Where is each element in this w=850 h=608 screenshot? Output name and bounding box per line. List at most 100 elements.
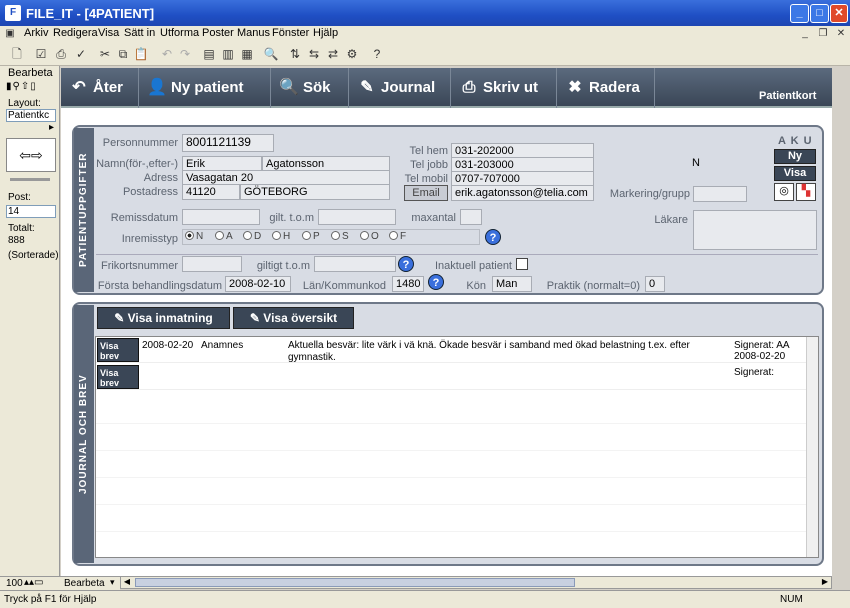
paste-icon[interactable]: 📋 <box>132 45 150 63</box>
mdi-minimize-icon[interactable]: _ <box>798 27 812 40</box>
new-patient-button[interactable]: 👤 Ny patient <box>139 68 271 108</box>
menu-redigera[interactable]: Redigera <box>53 27 98 39</box>
frikort-valid-field[interactable] <box>314 256 396 272</box>
valid-until-field[interactable] <box>318 209 396 225</box>
form-title: Patientkort <box>759 90 817 102</box>
first-treatment-field[interactable]: 2008-02-10 <box>225 276 291 292</box>
mode-icons[interactable]: ▮⚲⇧▯ <box>6 81 56 94</box>
layout-label: Layout: <box>8 98 41 109</box>
chart-icon[interactable]: ▚ <box>796 183 816 201</box>
max-count-field[interactable] <box>460 209 482 225</box>
menu-satt-in[interactable]: Sätt in <box>124 27 155 39</box>
frikort-field[interactable] <box>182 256 242 272</box>
show-overview-label: Visa översikt <box>263 311 338 325</box>
layout-select[interactable]: Patientkc ▸ <box>6 109 56 133</box>
pnr-field[interactable]: 8001121139 <box>182 134 274 152</box>
spellcheck-icon[interactable]: ✓ <box>72 45 90 63</box>
menu-visa[interactable]: Visa <box>98 27 119 39</box>
scroll-thumb[interactable] <box>135 578 575 587</box>
minimize-button[interactable]: _ <box>790 4 809 23</box>
aku-show-button[interactable]: Visa <box>774 166 816 181</box>
journal-button[interactable]: ✎ Journal <box>349 68 451 108</box>
radio-h[interactable]: H <box>272 231 290 242</box>
globe-icon[interactable]: ◎ <box>774 183 794 201</box>
menu-hjalp[interactable]: Hjälp <box>313 27 338 39</box>
scroll-right-icon[interactable]: ▶ <box>819 577 831 588</box>
scroll-left-icon[interactable]: ◀ <box>121 577 133 588</box>
menu-poster[interactable]: Poster <box>202 27 234 39</box>
post-field[interactable]: 14 <box>6 205 56 218</box>
marker-field[interactable] <box>693 186 747 202</box>
record-duplicate-icon[interactable]: ▥ <box>219 45 237 63</box>
record-book-icon[interactable]: ⇦⇨ <box>6 138 56 172</box>
record-slider[interactable] <box>10 178 50 181</box>
email-button[interactable]: Email <box>404 185 448 201</box>
county-code-field[interactable]: 1480 <box>392 276 424 292</box>
sex-label: Kön <box>466 280 486 292</box>
inactive-checkbox[interactable] <box>516 258 528 270</box>
county-help-icon[interactable]: ? <box>428 274 444 290</box>
undo-icon[interactable]: ↶ <box>158 45 176 63</box>
window-title: FILE_IT - [4PATIENT] <box>26 6 155 21</box>
name-label: Namn(för-,efter-) <box>96 158 178 170</box>
inremiss-help-icon[interactable]: ? <box>485 229 501 245</box>
menu-manus[interactable]: Manus <box>237 27 270 39</box>
radio-s[interactable]: S <box>331 231 349 242</box>
dropdown-arrow-icon[interactable]: ▾ <box>110 577 115 588</box>
menu-arkiv[interactable]: Arkiv <box>24 27 48 39</box>
remiss-date-field[interactable] <box>182 209 260 225</box>
radio-d[interactable]: D <box>243 231 261 242</box>
email-field[interactable]: erik.agatonsson@telia.com <box>451 185 594 201</box>
practice-label: Praktik (normalt=0) <box>546 280 640 292</box>
zoom-icons[interactable]: ▴▴▭ <box>24 577 44 588</box>
record-new-icon[interactable]: ▤ <box>200 45 218 63</box>
pnr-label: Personnummer <box>102 137 178 149</box>
import-icon[interactable]: ⇆ <box>305 45 323 63</box>
sex-field[interactable]: Man <box>492 276 532 292</box>
show-letter-button[interactable]: Visa brev <box>97 365 139 389</box>
menu-fonster[interactable]: Fönster <box>272 27 309 39</box>
record-delete-icon[interactable]: ▦ <box>238 45 256 63</box>
maximize-button[interactable]: □ <box>810 4 829 23</box>
show-overview-button[interactable]: ✎ Visa översikt <box>233 307 354 329</box>
radio-o[interactable]: O <box>360 231 379 242</box>
show-entry-button[interactable]: ✎ Visa inmatning <box>97 307 230 329</box>
redo-icon[interactable]: ↷ <box>176 45 194 63</box>
checkbox-icon[interactable]: ☑ <box>32 45 50 63</box>
cut-icon[interactable]: ✂ <box>96 45 114 63</box>
back-button[interactable]: ↶ Åter <box>61 68 139 108</box>
export-icon[interactable]: ⇄ <box>324 45 342 63</box>
mode-select[interactable]: Bearbeta <box>64 578 105 589</box>
copy-icon[interactable]: ⧉ <box>114 45 132 63</box>
practice-field[interactable]: 0 <box>645 276 665 292</box>
max-count-label: maxantal <box>411 212 456 224</box>
mdi-close-icon[interactable]: ✕ <box>834 27 848 40</box>
print-button[interactable]: ⎙ Skriv ut <box>451 68 557 108</box>
printer-icon[interactable]: ⎙ <box>52 45 70 63</box>
menu-utforma[interactable]: Utforma <box>160 27 199 39</box>
sort-icon[interactable]: ⇅ <box>286 45 304 63</box>
radio-p[interactable]: P <box>302 231 320 242</box>
radio-n[interactable]: N <box>185 231 203 242</box>
horizontal-scrollbar[interactable]: ◀ ▶ <box>120 576 832 589</box>
find-icon[interactable]: 🔍 <box>262 45 280 63</box>
frikort-help-icon[interactable]: ? <box>398 256 414 272</box>
radio-f[interactable]: F <box>389 231 406 242</box>
script-icon[interactable]: ⚙ <box>343 45 361 63</box>
layout-value: Patientkc <box>8 110 50 121</box>
inremiss-type-label: Inremisstyp <box>121 233 178 245</box>
zip-field[interactable]: 41120 <box>182 184 240 200</box>
aku-new-button[interactable]: Ny <box>774 149 816 164</box>
show-letter-button[interactable]: Visa brev <box>97 338 139 362</box>
delete-button[interactable]: ✖ Radera <box>557 68 655 108</box>
journal-scrollbar[interactable] <box>806 337 818 557</box>
doctor-field[interactable] <box>693 210 817 250</box>
search-button[interactable]: 🔍 Sök <box>271 68 349 108</box>
close-button[interactable]: ✕ <box>830 4 848 23</box>
county-code-label: Län/Kommunkod <box>302 280 386 292</box>
help-icon[interactable]: ? <box>368 45 386 63</box>
city-field[interactable]: GÖTEBORG <box>240 184 390 200</box>
mdi-restore-icon[interactable]: ❐ <box>816 27 830 40</box>
radio-a[interactable]: A <box>215 231 233 242</box>
new-icon[interactable]: 🗋 <box>8 45 26 63</box>
